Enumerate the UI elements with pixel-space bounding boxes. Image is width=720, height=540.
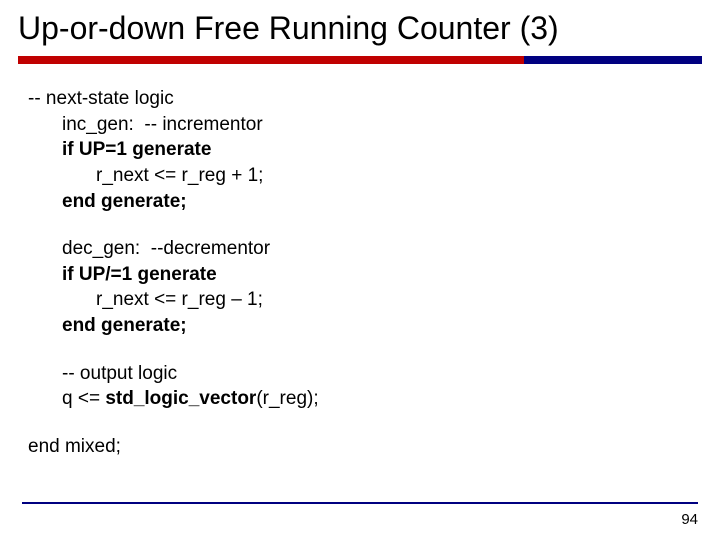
std-logic-vector: std_logic_vector xyxy=(105,388,256,409)
blank-line-2 xyxy=(28,339,692,361)
if-up-neq: if UP/=1 generate xyxy=(28,262,692,288)
inc-body: r_next <= r_reg + 1; xyxy=(28,163,692,189)
dec-gen-comment: --decrementor xyxy=(140,238,270,259)
q-assign-pre: q <= xyxy=(62,388,105,409)
if-up-eq: if UP=1 generate xyxy=(28,137,692,163)
q-assign-line: q <= std_logic_vector(r_reg); xyxy=(28,386,692,412)
end-generate-1: end generate; xyxy=(28,189,692,215)
end-mixed: end mixed; xyxy=(28,434,692,460)
blank-line-3 xyxy=(28,412,692,434)
dec-gen-line: dec_gen: --decrementor xyxy=(28,236,692,262)
blank-line-1 xyxy=(28,214,692,236)
code-block: -- next-state logic inc_gen: -- incremen… xyxy=(28,86,692,460)
footer-underline xyxy=(22,502,698,504)
comment-next-state: -- next-state logic xyxy=(28,86,692,112)
inc-gen-comment: -- incrementor xyxy=(134,114,263,135)
comment-output: -- output logic xyxy=(28,361,692,387)
dec-gen-label: dec_gen: xyxy=(62,238,140,259)
page-number: 94 xyxy=(681,511,698,528)
q-assign-post: (r_reg); xyxy=(256,388,318,409)
slide-title: Up-or-down Free Running Counter (3) xyxy=(18,10,702,47)
end-generate-2: end generate; xyxy=(28,313,692,339)
title-underline xyxy=(18,56,702,64)
inc-gen-label: inc_gen: xyxy=(62,114,134,135)
inc-gen-line: inc_gen: -- incrementor xyxy=(28,112,692,138)
dec-body: r_next <= r_reg – 1; xyxy=(28,287,692,313)
slide: Up-or-down Free Running Counter (3) -- n… xyxy=(0,0,720,540)
